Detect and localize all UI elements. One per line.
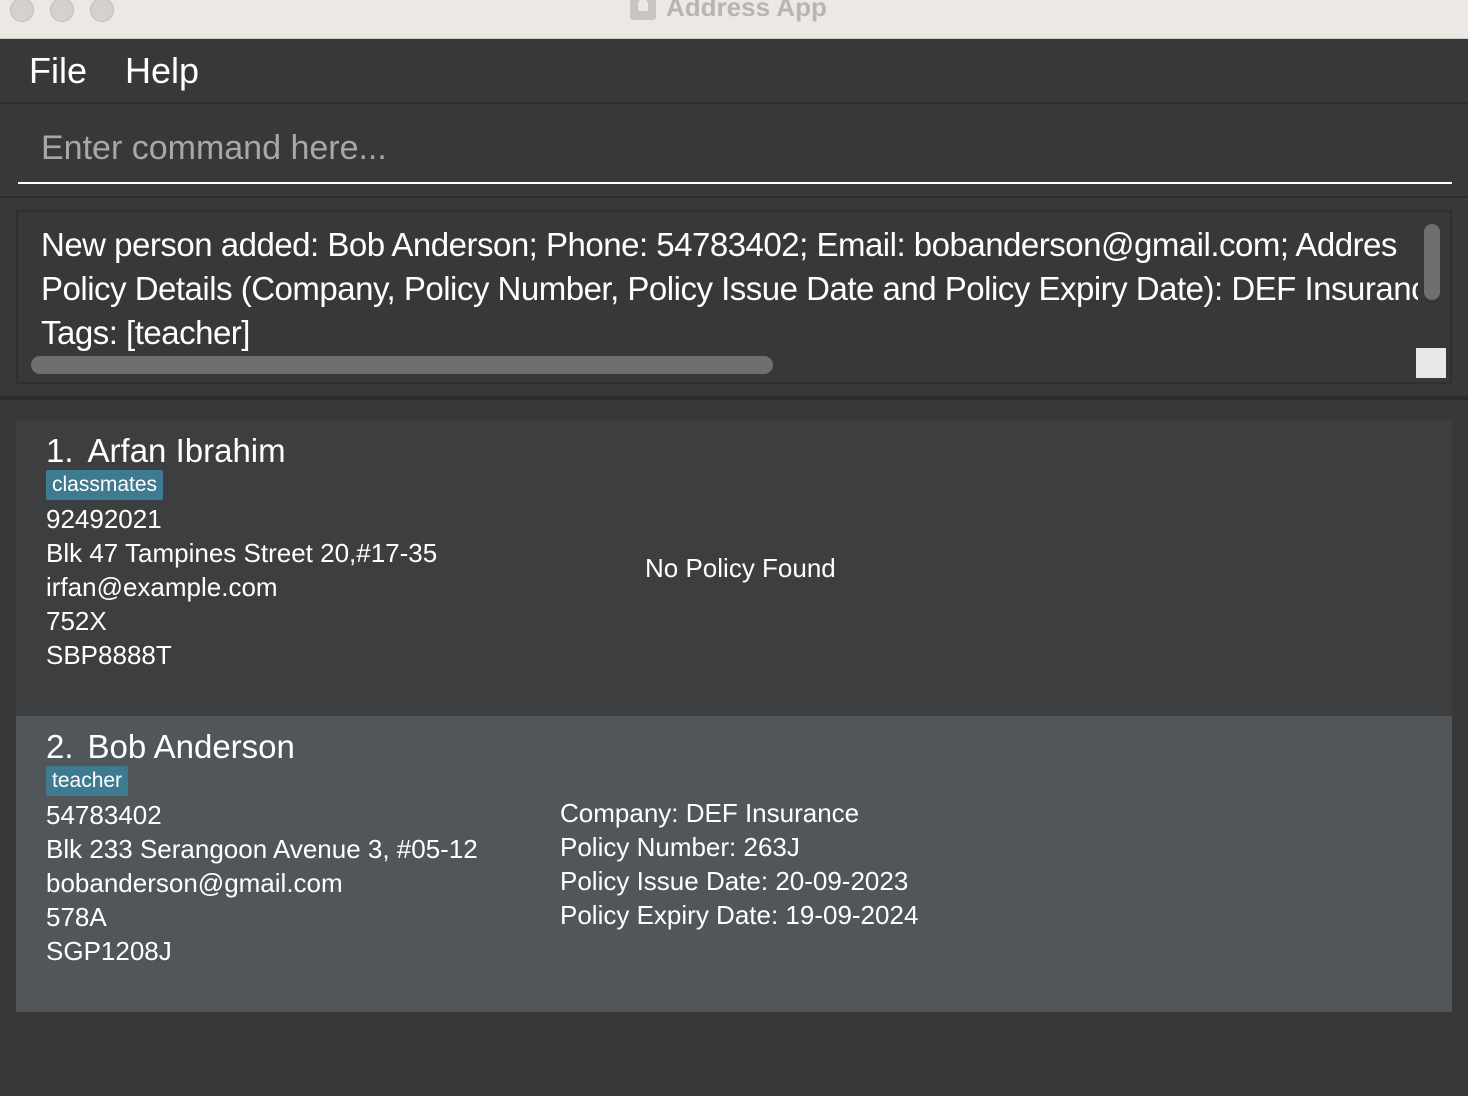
horizontal-scrollbar-thumb[interactable] [31,356,773,374]
result-line: Tags: [teacher] [41,314,250,351]
person-address: Blk 47 Tampines Street 20,#17-35 [46,538,438,568]
person-card-selected[interactable]: 2. Bob Anderson teacher 54783402 Blk 233 … [16,716,1452,1012]
person-email: irfan@example.com [46,572,278,602]
person-name: 2. Bob Anderson [46,728,295,766]
person-index: 2. [46,728,74,765]
policy-expiry-date: Policy Expiry Date: 19-09-2024 [560,900,919,930]
title-bar: Address App [0,0,1468,39]
policy-issue-date: Policy Issue Date: 20-09-2023 [560,866,909,896]
person-address: Blk 233 Serangoon Avenue 3, #05-12 [46,834,478,864]
menu-file[interactable]: File [0,50,87,92]
person-phone: 92492021 [46,504,162,534]
result-line: New person added: Bob Anderson; Phone: 5… [41,226,1397,263]
person-field: SGP1208J [46,936,172,966]
person-name-text: Bob Anderson [87,728,295,765]
window-title-text: Address App [666,0,827,22]
command-box [0,104,1468,198]
close-window-button[interactable] [10,0,34,22]
person-field: 752X [46,606,107,636]
result-line: Policy Details (Company, Policy Number, … [41,270,1418,307]
scrollbar-corner [1416,348,1446,378]
person-email: bobanderson@gmail.com [46,868,343,898]
person-field: 578A [46,902,107,932]
person-field: SBP8888T [46,640,172,670]
person-index: 1. [46,432,74,469]
vertical-scrollbar-thumb[interactable] [1424,224,1440,300]
policy-company: Company: DEF Insurance [560,798,860,828]
tag-badge: classmates [46,470,164,500]
tag-badge: teacher [46,766,129,796]
policy-number: Policy Number: 263J [560,832,800,862]
person-name: 1. Arfan Ibrahim [46,432,286,470]
address-book-icon [630,0,656,20]
zoom-window-button[interactable] [90,0,114,22]
menu-bar: File Help [0,39,1468,104]
person-list: 1. Arfan Ibrahim classmates 92492021 Blk … [16,420,1452,1012]
command-input[interactable] [18,120,1452,184]
person-name-text: Arfan Ibrahim [87,432,286,469]
person-card[interactable]: 1. Arfan Ibrahim classmates 92492021 Blk … [16,420,1452,716]
person-phone: 54783402 [46,800,162,830]
window-title: Address App [630,0,827,24]
menu-help[interactable]: Help [97,50,199,92]
result-display-panel: New person added: Bob Anderson; Phone: 5… [0,198,1468,400]
minimize-window-button[interactable] [50,0,74,22]
no-policy-text: No Policy Found [645,553,836,583]
result-display[interactable]: New person added: Bob Anderson; Phone: 5… [16,210,1452,384]
